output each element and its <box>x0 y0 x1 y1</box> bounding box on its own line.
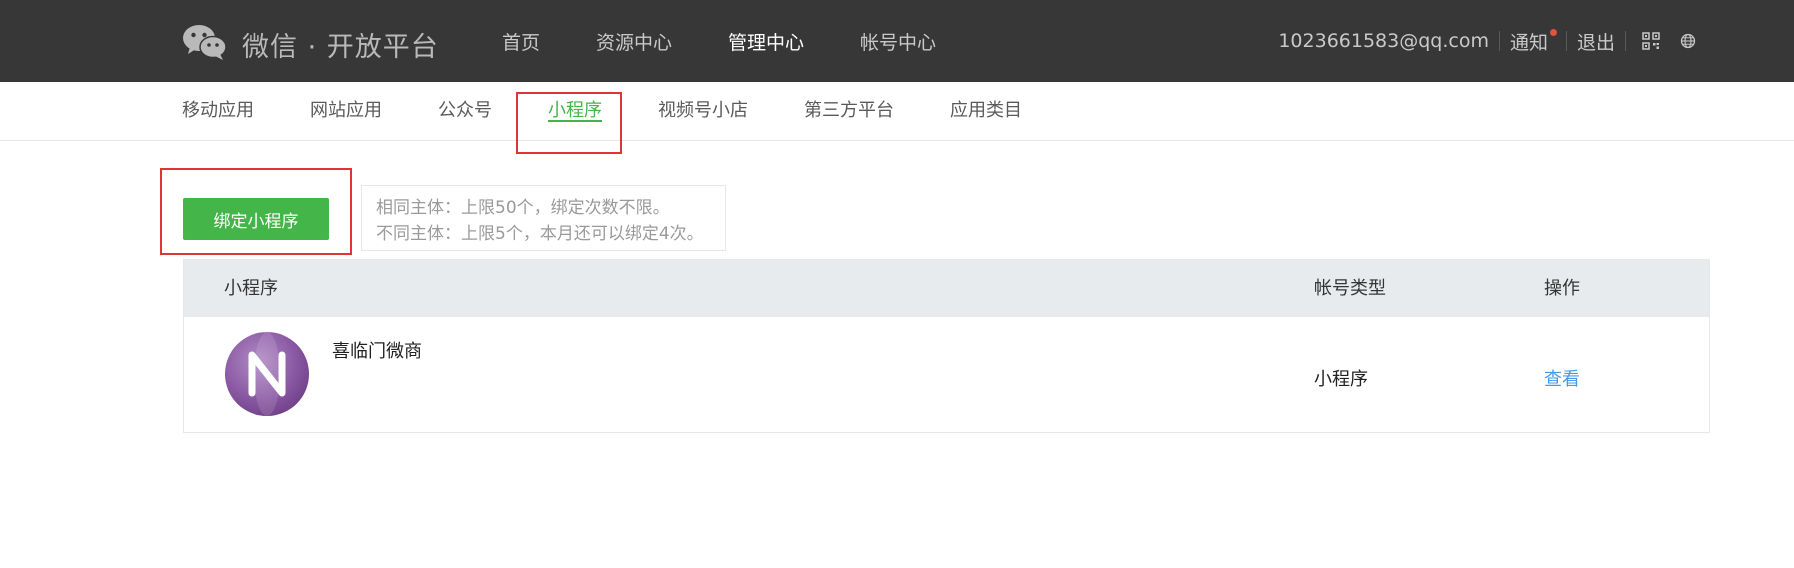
nav-home[interactable]: 首页 <box>502 28 540 55</box>
tab-channels-store[interactable]: 视频号小店 <box>658 82 748 140</box>
unread-dot <box>1549 28 1557 36</box>
header-tools: 1023661583@qq.com 通知 退出 <box>1278 0 1696 82</box>
column-header-action: 操作 <box>1544 278 1580 299</box>
tab-mini-programs[interactable]: 小程序 <box>548 82 602 140</box>
account-type: 小程序 <box>1314 369 1368 390</box>
table-header: 小程序 帐号类型 操作 <box>184 260 1709 317</box>
table-row: 喜临门微商 小程序 查看 <box>184 317 1709 432</box>
divider <box>1625 31 1626 51</box>
main-nav: 首页 资源中心 管理中心 帐号中心 <box>502 0 992 82</box>
qrcode-icon[interactable] <box>1642 32 1660 50</box>
tab-third-party-platform[interactable]: 第三方平台 <box>804 82 894 140</box>
language-globe-icon[interactable] <box>1680 33 1696 49</box>
notice-label: 通知 <box>1509 31 1548 54</box>
bind-limit-tip: 相同主体：上限50个，绑定次数不限。 不同主体：上限5个，本月还可以绑定4次。 <box>361 185 726 251</box>
account-email[interactable]: 1023661583@qq.com <box>1278 30 1489 52</box>
column-header-type: 帐号类型 <box>1314 278 1386 299</box>
app-avatar <box>224 331 310 417</box>
nav-account-center[interactable]: 帐号中心 <box>860 28 936 55</box>
wechat-logo-icon <box>182 22 228 66</box>
divider <box>1565 31 1567 51</box>
tip-different-entity: 不同主体：上限5个，本月还可以绑定4次。 <box>376 224 704 244</box>
tab-official-accounts[interactable]: 公众号 <box>438 82 492 140</box>
column-header-app: 小程序 <box>224 278 278 299</box>
notice-link[interactable]: 通知 <box>1509 28 1557 55</box>
tip-same-entity: 相同主体：上限50个，绑定次数不限。 <box>376 198 670 218</box>
app-name: 喜临门微商 <box>332 341 422 362</box>
mini-program-table: 小程序 帐号类型 操作 喜临门微商 小程序 查看 <box>183 259 1710 433</box>
top-bar: 微信 · 开放平台 首页 资源中心 管理中心 帐号中心 1023661583@q… <box>0 0 1794 82</box>
sub-nav: 移动应用 网站应用 公众号 小程序 视频号小店 第三方平台 应用类目 <box>0 82 1794 141</box>
nav-resource-center[interactable]: 资源中心 <box>596 28 672 55</box>
tab-website-apps[interactable]: 网站应用 <box>310 82 382 140</box>
view-link[interactable]: 查看 <box>1544 365 1580 391</box>
logo[interactable]: 微信 · 开放平台 <box>182 22 439 66</box>
tab-mobile-apps[interactable]: 移动应用 <box>182 82 254 140</box>
divider <box>1498 31 1500 51</box>
bind-mini-program-button[interactable]: 绑定小程序 <box>183 198 329 240</box>
logout-link[interactable]: 退出 <box>1577 28 1615 55</box>
logo-text: 微信 · 开放平台 <box>242 31 439 63</box>
nav-management-center[interactable]: 管理中心 <box>728 28 804 55</box>
tab-app-categories[interactable]: 应用类目 <box>950 82 1022 140</box>
